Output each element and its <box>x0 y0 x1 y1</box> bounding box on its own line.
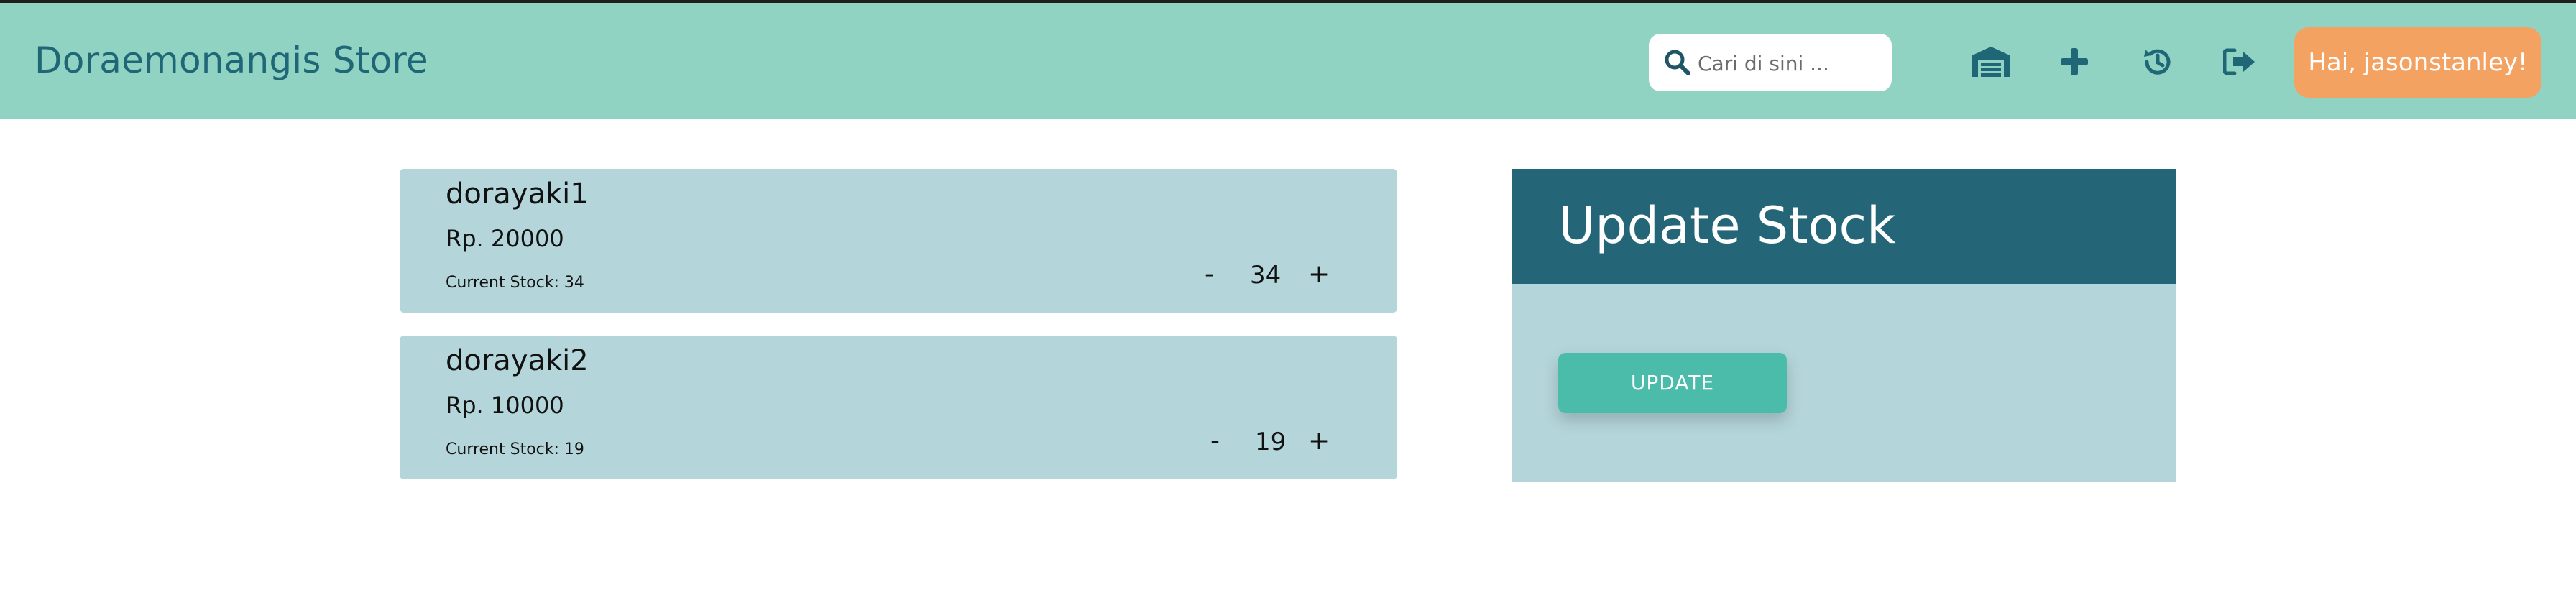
product-name: dorayaki1 <box>446 177 589 211</box>
product-card: dorayaki2 Rp. 10000 Current Stock: 19 - … <box>400 336 1397 479</box>
product-price: Rp. 20000 <box>446 225 564 252</box>
brand-title[interactable]: Doraemonangis Store <box>34 3 428 119</box>
update-stock-panel: UPDATE <box>1512 284 2176 482</box>
decrement-button[interactable]: - <box>1210 426 1220 456</box>
search-icon <box>1665 50 1690 75</box>
product-card: dorayaki1 Rp. 20000 Current Stock: 34 - … <box>400 169 1397 313</box>
logout-button[interactable] <box>2217 39 2263 85</box>
logout-icon <box>2223 48 2255 75</box>
quantity-value: 34 <box>1250 261 1282 290</box>
search-input[interactable] <box>1696 34 1886 93</box>
increment-button[interactable]: + <box>1308 426 1330 456</box>
update-stock-header: Update Stock <box>1512 169 2176 284</box>
current-stock: Current Stock: 34 <box>446 274 584 292</box>
history-button[interactable] <box>2135 39 2181 85</box>
update-button[interactable]: UPDATE <box>1558 353 1787 413</box>
plus-icon <box>2061 48 2088 75</box>
increment-button[interactable]: + <box>1308 259 1330 289</box>
current-stock: Current Stock: 19 <box>446 441 584 458</box>
navbar: Doraemonangis Store Cari di sini ... Hai… <box>0 3 2576 119</box>
greeting-button[interactable]: Hai, jasonstanley! <box>2294 27 2542 98</box>
decrement-button[interactable]: - <box>1205 259 1214 289</box>
warehouse-icon <box>1972 47 2010 77</box>
panel-title: Update Stock <box>1558 196 1896 255</box>
history-icon <box>2144 49 2171 75</box>
search-box[interactable] <box>1649 34 1892 93</box>
add-button[interactable] <box>2051 39 2097 85</box>
product-price: Rp. 10000 <box>446 392 564 419</box>
product-name: dorayaki2 <box>446 344 589 377</box>
quantity-value: 19 <box>1255 428 1287 456</box>
warehouse-button[interactable] <box>1968 39 2014 85</box>
